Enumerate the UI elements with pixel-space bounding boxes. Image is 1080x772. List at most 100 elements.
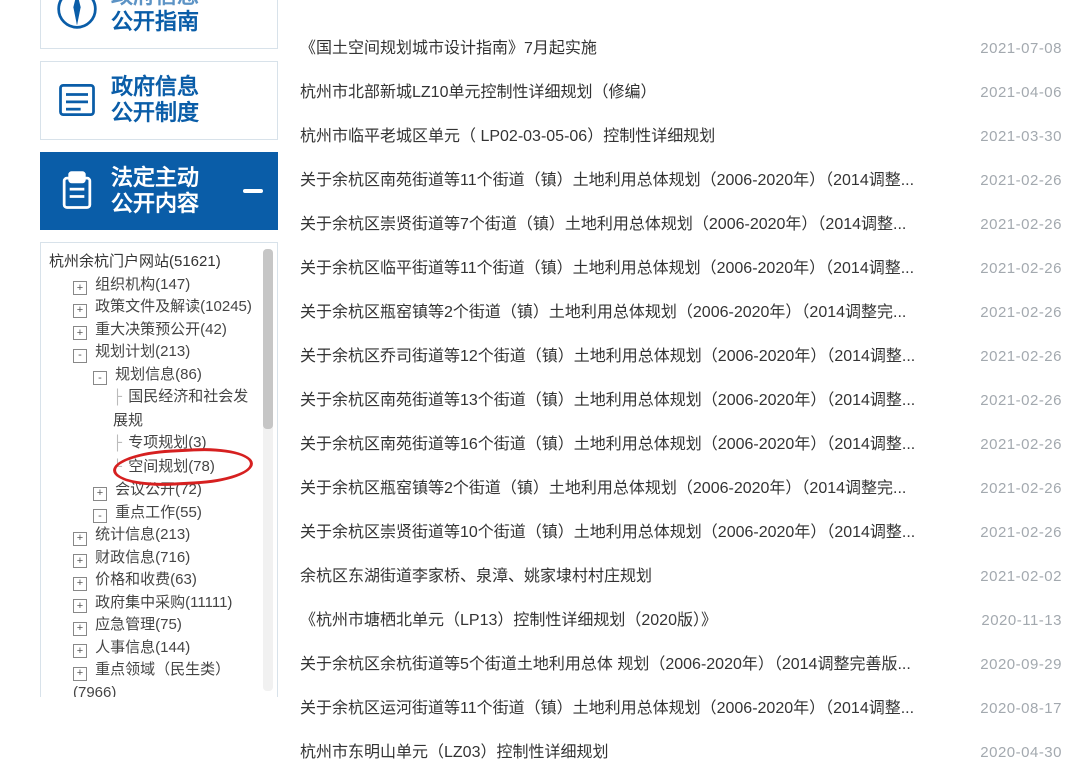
- article-row[interactable]: 杭州市临平老城区单元（ LP02-03-05-06）控制性详细规划 2021-03…: [296, 112, 1072, 156]
- article-row[interactable]: 关于余杭区瓶窑镇等2个街道（镇）土地利用总体规划（2006-2020年）（201…: [296, 464, 1072, 508]
- branch-line-icon: ├: [113, 387, 122, 410]
- article-list: 《国土空间规划城市设计指南》7月起实施2021-07-08杭州市北部新城LZ10…: [296, 0, 1072, 772]
- expand-icon[interactable]: +: [73, 599, 87, 613]
- article-row[interactable]: 关于余杭区临平街道等11个街道（镇）土地利用总体规划（2006-2020年）（2…: [296, 244, 1072, 288]
- collapse-icon[interactable]: -: [73, 349, 87, 363]
- tree-item[interactable]: + 重大决策预公开(42): [45, 319, 263, 342]
- article-title: 关于余杭区南苑街道等11个街道（镇）土地利用总体规划（2006-2020年）（2…: [300, 166, 914, 190]
- article-title: 关于余杭区崇贤街道等7个街道（镇）土地利用总体规划（2006-2020年）（20…: [300, 210, 906, 234]
- article-date: 2021-02-26: [980, 216, 1062, 233]
- article-title: 关于余杭区乔司街道等12个街道（镇）土地利用总体规划（2006-2020年）（2…: [300, 342, 915, 366]
- tree-item-label: 财政信息(716): [95, 549, 190, 566]
- article-title: 杭州市北部新城LZ10单元控制性详细规划（修编）: [300, 78, 656, 102]
- article-title: 关于余杭区余杭街道等5个街道土地利用总体 规划（2006-2020年）（2014…: [300, 650, 911, 674]
- article-date: 2021-07-08: [980, 40, 1062, 57]
- expand-icon[interactable]: +: [73, 281, 87, 295]
- article-date: 2021-03-30: [980, 128, 1062, 145]
- article-row[interactable]: 关于余杭区崇贤街道等10个街道（镇）土地利用总体规划（2006-2020年）（2…: [296, 508, 1072, 552]
- tree-item[interactable]: + 政策文件及解读(10245): [45, 296, 263, 319]
- article-row[interactable]: 关于余杭区崇贤街道等7个街道（镇）土地利用总体规划（2006-2020年）（20…: [296, 200, 1072, 244]
- tree-item-label: 组织机构(147): [95, 276, 190, 293]
- article-title: 关于余杭区临平街道等11个街道（镇）土地利用总体规划（2006-2020年）（2…: [300, 254, 914, 278]
- expand-icon[interactable]: +: [73, 532, 87, 546]
- article-row[interactable]: 《杭州市塘栖北单元（LP13）控制性详细规划（2020版）》2020-11-13: [296, 596, 1072, 640]
- card-title-line1: 政府信息: [111, 74, 199, 100]
- tree-item[interactable]: ├ 专项规划(3): [45, 432, 263, 456]
- tree-item[interactable]: └ 空间规划(78): [45, 456, 263, 480]
- article-date: 2021-02-26: [980, 260, 1062, 277]
- article-date: 2020-04-30: [980, 744, 1062, 761]
- category-tree: 杭州余杭门户网站(51621) + 组织机构(147)+ 政策文件及解读(102…: [41, 243, 277, 697]
- article-row[interactable]: 杭州市东明山单元（LZ03）控制性详细规划2020-04-30: [296, 728, 1072, 772]
- expand-icon[interactable]: +: [93, 487, 107, 501]
- tree-item[interactable]: - 重点工作(55): [45, 502, 263, 525]
- expand-icon[interactable]: +: [73, 326, 87, 340]
- expand-icon[interactable]: +: [73, 304, 87, 318]
- article-title: 关于余杭区瓶窑镇等2个街道（镇）土地利用总体规划（2006-2020年）（201…: [300, 298, 906, 322]
- card-statutory-active[interactable]: 法定主动 公开内容: [40, 152, 278, 231]
- article-row[interactable]: 关于余杭区南苑街道等11个街道（镇）土地利用总体规划（2006-2020年）（2…: [296, 156, 1072, 200]
- article-row[interactable]: 《国土空间规划城市设计指南》7月起实施2021-07-08: [296, 24, 1072, 68]
- collapse-icon[interactable]: -: [93, 509, 107, 523]
- expand-icon[interactable]: +: [73, 667, 87, 681]
- tree-item[interactable]: - 规划计划(213): [45, 341, 263, 364]
- tree-item[interactable]: + 会议公开(72): [45, 479, 263, 502]
- card-gov-info-guide[interactable]: 政府信息 公开指南: [40, 0, 278, 49]
- article-date: 2021-02-26: [980, 524, 1062, 541]
- collapse-icon[interactable]: [243, 189, 263, 193]
- tree-item[interactable]: - 规划信息(86): [45, 364, 263, 387]
- article-date: 2021-02-02: [980, 568, 1062, 585]
- article-date: 2021-02-26: [980, 348, 1062, 365]
- tree-item-label: 人事信息(144): [95, 639, 190, 656]
- tree-item-label: 政府集中采购(11111): [95, 594, 232, 611]
- tree-item[interactable]: + 应急管理(75): [45, 614, 263, 637]
- tree-item[interactable]: ├ 国民经济和社会发展规: [45, 386, 263, 432]
- tree-item-label: 空间规划(78): [128, 458, 215, 475]
- tree-scrollbar[interactable]: [263, 249, 273, 691]
- article-title: 关于余杭区南苑街道等16个街道（镇）土地利用总体规划（2006-2020年）（2…: [300, 430, 915, 454]
- tree-item[interactable]: + 政府集中采购(11111): [45, 592, 263, 615]
- article-title: 《杭州市塘栖北单元（LP13）控制性详细规划（2020版）》: [300, 606, 717, 630]
- tree-item-label: 价格和收费(63): [95, 571, 197, 588]
- tree-item[interactable]: + 组织机构(147): [45, 274, 263, 297]
- card-gov-info-system[interactable]: 政府信息 公开制度: [40, 61, 278, 140]
- collapse-icon[interactable]: -: [93, 371, 107, 385]
- article-title: 关于余杭区南苑街道等13个街道（镇）土地利用总体规划（2006-2020年）（2…: [300, 386, 915, 410]
- expand-icon[interactable]: +: [73, 554, 87, 568]
- expand-icon[interactable]: +: [73, 644, 87, 658]
- tree-root[interactable]: 杭州余杭门户网站(51621): [45, 251, 263, 274]
- tree-root-label: 杭州余杭门户网站(51621): [49, 253, 221, 270]
- tree-item[interactable]: + 价格和收费(63): [45, 569, 263, 592]
- card-title-line1: 政府信息: [111, 0, 199, 9]
- article-date: 2021-02-26: [980, 480, 1062, 497]
- tree-item-label: 应急管理(75): [95, 616, 182, 633]
- article-date: 2021-02-26: [980, 304, 1062, 321]
- article-title: 关于余杭区崇贤街道等10个街道（镇）土地利用总体规划（2006-2020年）（2…: [300, 518, 915, 542]
- expand-icon[interactable]: +: [73, 622, 87, 636]
- tree-item[interactable]: + 重点领域（民生类）(7966): [45, 659, 263, 697]
- tree-item-label: 统计信息(213): [95, 526, 190, 543]
- tree-item[interactable]: + 人事信息(144): [45, 637, 263, 660]
- article-row[interactable]: 余杭区东湖街道李家桥、泉漳、姚家埭村村庄规划2021-02-02: [296, 552, 1072, 596]
- article-title: 关于余杭区瓶窑镇等2个街道（镇）土地利用总体规划（2006-2020年）（201…: [300, 474, 906, 498]
- article-row[interactable]: 关于余杭区乔司街道等12个街道（镇）土地利用总体规划（2006-2020年）（2…: [296, 332, 1072, 376]
- card-title-line2: 公开指南: [111, 9, 199, 35]
- tree-item[interactable]: + 财政信息(716): [45, 547, 263, 570]
- article-row[interactable]: 关于余杭区南苑街道等13个街道（镇）土地利用总体规划（2006-2020年）（2…: [296, 376, 1072, 420]
- tree-item[interactable]: + 统计信息(213): [45, 524, 263, 547]
- tree-item-label: 国民经济和社会发展规: [113, 388, 248, 429]
- article-row[interactable]: 关于余杭区运河街道等11个街道（镇）土地利用总体规划（2006-2020年）（2…: [296, 684, 1072, 728]
- branch-line-icon: ├: [113, 433, 122, 456]
- article-date: 2021-04-06: [980, 84, 1062, 101]
- article-row[interactable]: 杭州市北部新城LZ10单元控制性详细规划（修编） 2021-04-06: [296, 68, 1072, 112]
- expand-icon[interactable]: +: [73, 577, 87, 591]
- scrollbar-thumb[interactable]: [263, 249, 273, 429]
- article-row[interactable]: 关于余杭区瓶窑镇等2个街道（镇）土地利用总体规划（2006-2020年）（201…: [296, 288, 1072, 332]
- article-row[interactable]: 关于余杭区余杭街道等5个街道土地利用总体 规划（2006-2020年）（2014…: [296, 640, 1072, 684]
- tree-item-label: 重点领域（民生类）(7966): [73, 661, 230, 697]
- clipboard-icon: [55, 169, 99, 213]
- tree-item-label: 会议公开(72): [115, 481, 202, 498]
- article-row[interactable]: 关于余杭区南苑街道等16个街道（镇）土地利用总体规划（2006-2020年）（2…: [296, 420, 1072, 464]
- article-title: 杭州市临平老城区单元（ LP02-03-05-06）控制性详细规划: [300, 122, 715, 146]
- branch-line-icon: └: [113, 457, 122, 480]
